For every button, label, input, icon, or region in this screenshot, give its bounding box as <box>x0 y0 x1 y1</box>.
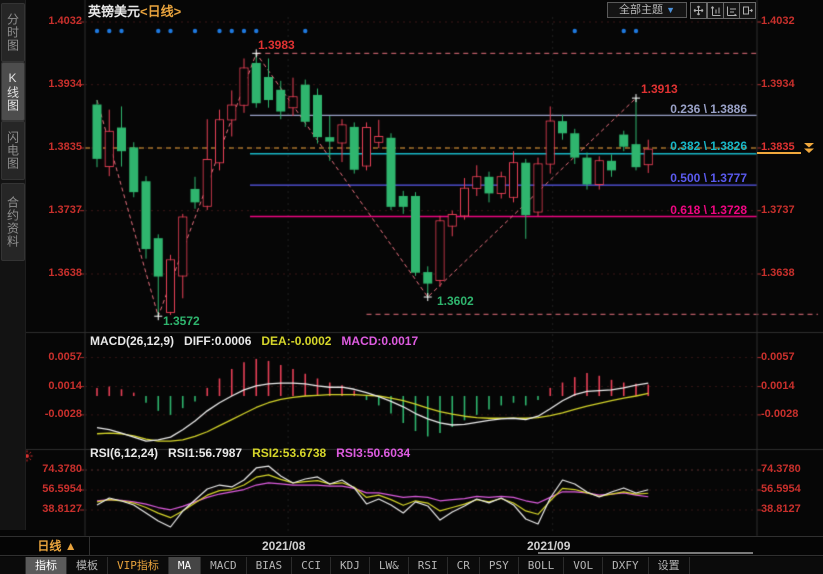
chart-canvas[interactable] <box>0 0 823 574</box>
tab-dxfy[interactable]: DXFY <box>603 557 649 574</box>
date-label-aug: 2021/08 <box>262 539 305 553</box>
macd-axis-label: -0.0028 <box>24 408 82 421</box>
price-axis-label: 1.3934 <box>24 78 82 91</box>
macd-value: MACD:0.0017 <box>341 334 418 348</box>
rsi-axis-label: 74.3780 <box>761 463 821 476</box>
triangle-up-icon: ▲ <box>65 539 77 553</box>
macd-axis-label: 0.0014 <box>24 380 82 393</box>
tab-psy[interactable]: PSY <box>480 557 519 574</box>
tab-ma[interactable]: MA <box>169 557 201 574</box>
trading-terminal: { "app": {"title": "英镑美元", "period_suffi… <box>0 0 823 574</box>
rsi1-value: RSI1:56.7987 <box>168 446 242 460</box>
tab-template[interactable]: 模板 <box>67 557 108 574</box>
rsi-header: RSI(6,12,24) RSI1:56.7987 RSI2:53.6738 RSI3… <box>90 446 420 460</box>
y-axis-scale-icon[interactable] <box>707 2 724 19</box>
tab-vip-indicator[interactable]: VIP指标 <box>108 557 169 574</box>
fib-level-label-500: 0.500 \ 1.3777 <box>670 171 747 185</box>
fib-level-label-236: 0.236 \ 1.3886 <box>670 102 747 116</box>
rsi-axis-label: 74.3780 <box>24 463 82 476</box>
left-sidebar: 分时图 K线图 闪电图 合约资料 <box>0 0 26 530</box>
diff-value: DIFF:0.0006 <box>184 334 251 348</box>
tab-rsi[interactable]: RSI <box>409 557 448 574</box>
tab-cr[interactable]: CR <box>448 557 480 574</box>
theme-dropdown-label: 全部主题 <box>619 4 663 16</box>
peak-price-label: 1.3983 <box>258 38 295 52</box>
tab-boll[interactable]: BOLL <box>519 557 565 574</box>
tab-indicator[interactable]: 指标 <box>26 557 67 574</box>
price-axis-label: 1.3835 <box>24 141 82 154</box>
toolbar-spacer <box>0 557 26 574</box>
sidebar-item-kline-chart[interactable]: K线图 <box>1 62 25 121</box>
macd-title: MACD(26,12,9) <box>90 334 174 348</box>
price-axis-label: 1.3934 <box>761 78 821 91</box>
sidebar-item-contract-info[interactable]: 合约资料 <box>1 183 25 261</box>
tab-macd[interactable]: MACD <box>201 557 247 574</box>
rsi-axis-label: 38.8127 <box>24 503 82 516</box>
macd-axis-label: -0.0028 <box>761 408 821 421</box>
rsi3-value: RSI3:50.6034 <box>336 446 410 460</box>
fib-level-label-382: 0.382 \ 1.3826 <box>670 139 747 153</box>
macd-axis-label: 0.0057 <box>24 351 82 364</box>
horizontal-scrollbar[interactable] <box>538 552 753 554</box>
tab-kdj[interactable]: KDJ <box>331 557 370 574</box>
symbol-name: 英镑美元 <box>88 4 140 19</box>
rsi2-value: RSI2:53.6738 <box>252 446 326 460</box>
period-selector[interactable]: 日线 ▲ <box>25 537 90 555</box>
rsi-axis-label: 56.5954 <box>24 483 82 496</box>
date-label-sep: 2021/09 <box>527 539 570 553</box>
tab-cci[interactable]: CCI <box>292 557 331 574</box>
chevron-down-icon: ▼ <box>666 5 675 15</box>
theme-dropdown[interactable]: 全部主题 ▼ <box>607 2 687 18</box>
swing-high-label: 1.3913 <box>641 82 678 96</box>
period-label: 日线 <box>37 539 61 553</box>
dea-value: DEA:-0.0002 <box>261 334 331 348</box>
macd-axis-label: 0.0014 <box>761 380 821 393</box>
move-crosshair-icon[interactable] <box>690 2 707 19</box>
low-price-label: 1.3572 <box>163 314 200 328</box>
fib-level-label-618: 0.618 \ 1.3728 <box>670 203 747 217</box>
indicator-toolbar: 指标 模板 VIP指标 MA MACD BIAS CCI KDJ LW& RSI… <box>0 557 823 574</box>
tab-vol[interactable]: VOL <box>564 557 603 574</box>
macd-axis-label: 0.0057 <box>761 351 821 364</box>
sidebar-item-flash-chart[interactable]: 闪电图 <box>1 121 25 180</box>
tab-settings[interactable]: 设置 <box>649 557 690 574</box>
price-axis-label: 1.3737 <box>761 204 821 217</box>
exit-chart-icon[interactable] <box>739 2 756 19</box>
current-price-underline <box>757 152 801 154</box>
price-axis-label: 1.4032 <box>761 15 821 28</box>
chart-title: 英镑美元<日线> <box>88 1 181 20</box>
tab-bias[interactable]: BIAS <box>247 557 293 574</box>
price-axis-label: 1.3638 <box>761 267 821 280</box>
rsi-axis-label: 56.5954 <box>761 483 821 496</box>
price-axis-label: 1.4032 <box>24 15 82 28</box>
timeframe-label: <日线> <box>140 4 181 19</box>
rsi-axis-label: 38.8127 <box>761 503 821 516</box>
price-axis-label: 1.3737 <box>24 204 82 217</box>
low2-price-label: 1.3602 <box>437 294 474 308</box>
tab-lw[interactable]: LW& <box>370 557 409 574</box>
x-axis-scale-icon[interactable] <box>723 2 740 19</box>
current-price-marker-icon <box>803 142 815 154</box>
price-axis-label: 1.3638 <box>24 267 82 280</box>
rsi-title: RSI(6,12,24) <box>90 446 158 460</box>
sidebar-item-time-chart[interactable]: 分时图 <box>1 3 25 62</box>
macd-header: MACD(26,12,9) DIFF:0.0006 DEA:-0.0002 MACD:… <box>90 334 428 348</box>
